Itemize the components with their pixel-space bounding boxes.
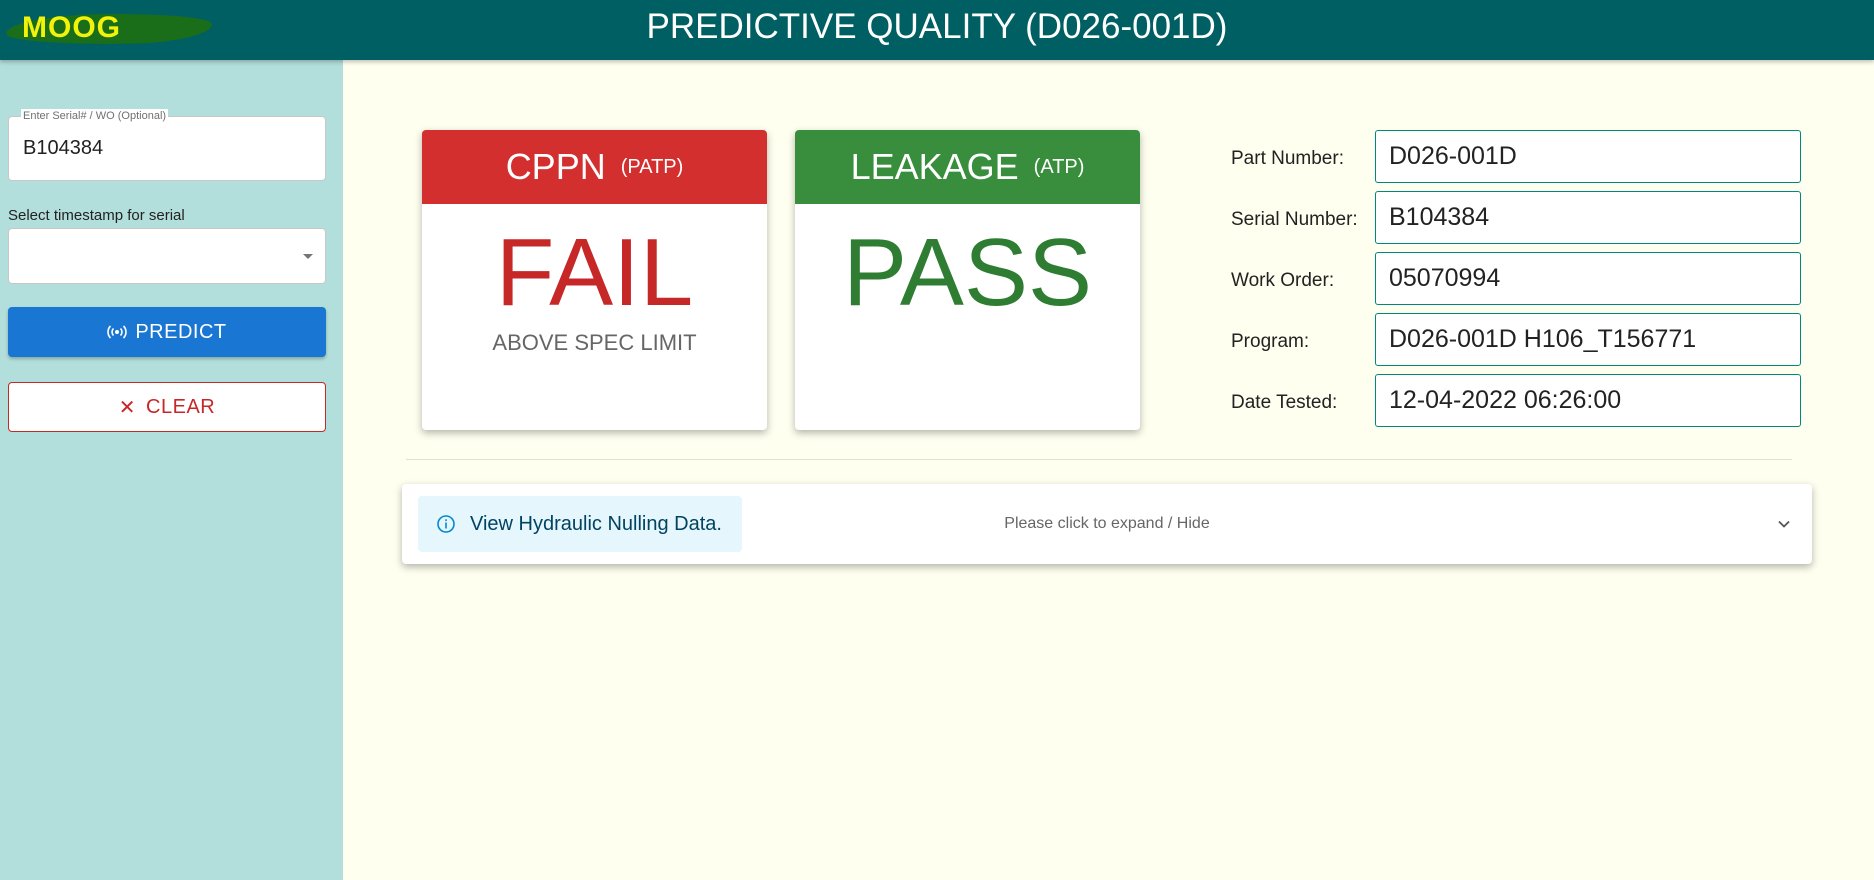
leakage-result-card: LEAKAGE (ATP) PASS: [795, 130, 1140, 430]
part-number-row: Part Number: D026-001D: [1231, 130, 1801, 183]
timestamp-select-label: Select timestamp for serial: [8, 207, 185, 224]
serial-number-label: Serial Number:: [1231, 208, 1358, 230]
section-divider: [406, 459, 1792, 460]
serial-number-field[interactable]: B104384: [1375, 191, 1801, 244]
chevron-down-icon[interactable]: [1776, 516, 1792, 532]
expand-hint: Please click to expand / Hide: [1004, 515, 1210, 532]
top-bar: MOOG PREDICTIVE QUALITY (D026-001D): [0, 0, 1874, 60]
leakage-result-status: PASS: [843, 219, 1092, 326]
work-order-label: Work Order:: [1231, 269, 1335, 291]
serial-input[interactable]: Enter Serial# / WO (Optional) B104384: [8, 109, 326, 181]
program-label: Program:: [1231, 330, 1310, 352]
cppn-result-note: ABOVE SPEC LIMIT: [492, 330, 697, 355]
cppn-result-status: FAIL: [495, 219, 694, 326]
program-row: Program: D026-001D H106_T156771: [1231, 313, 1801, 366]
dropdown-caret-icon[interactable]: [303, 254, 313, 259]
leakage-card-subtitle: (ATP): [1033, 155, 1085, 178]
leakage-card-title: LEAKAGE: [850, 146, 1019, 187]
date-tested-label: Date Tested:: [1231, 391, 1338, 413]
part-number-field[interactable]: D026-001D: [1375, 130, 1801, 183]
cppn-card-subtitle: (PATP): [620, 155, 684, 178]
page-title: PREDICTIVE QUALITY (D026-001D): [646, 7, 1228, 46]
cppn-card-header: CPPN (PATP): [422, 130, 767, 204]
cppn-result-card: CPPN (PATP) FAIL ABOVE SPEC LIMIT: [422, 130, 767, 430]
hydraulic-nulling-accordion[interactable]: View Hydraulic Nulling Data. Please clic…: [402, 484, 1812, 564]
program-field[interactable]: D026-001D H106_T156771: [1375, 313, 1801, 366]
date-tested-field[interactable]: 12-04-2022 06:26:00: [1375, 374, 1801, 427]
predict-button-label: PREDICT: [135, 320, 227, 343]
date-tested-row: Date Tested: 12-04-2022 06:26:00: [1231, 374, 1801, 427]
part-number-label: Part Number:: [1231, 147, 1344, 169]
close-icon: ✕: [118, 396, 137, 419]
serial-input-value[interactable]: B104384: [23, 137, 103, 160]
leakage-card-header: LEAKAGE (ATP): [795, 130, 1140, 204]
timestamp-select[interactable]: [8, 228, 326, 284]
predict-button[interactable]: PREDICT: [8, 307, 326, 357]
serial-input-label: Enter Serial# / WO (Optional): [21, 109, 169, 123]
work-order-field[interactable]: 05070994: [1375, 252, 1801, 305]
sidebar: Enter Serial# / WO (Optional) B104384 Se…: [0, 60, 343, 880]
work-order-row: Work Order: 05070994: [1231, 252, 1801, 305]
cppn-card-title: CPPN: [505, 146, 606, 187]
clear-button-label: CLEAR: [146, 395, 216, 418]
serial-number-row: Serial Number: B104384: [1231, 191, 1801, 244]
broadcast-icon: [107, 325, 128, 339]
clear-button[interactable]: ✕ CLEAR: [8, 382, 326, 432]
